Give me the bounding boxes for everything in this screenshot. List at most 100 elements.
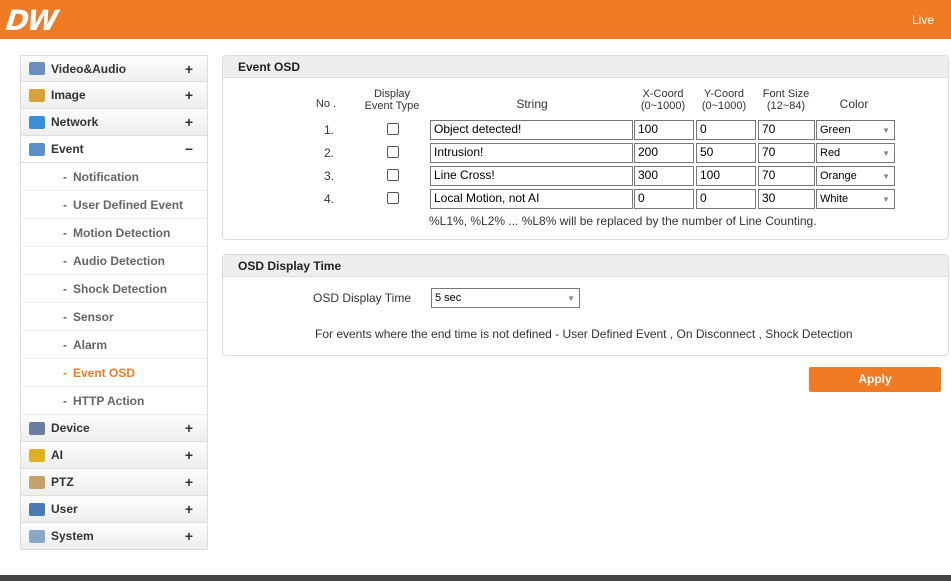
x-coord-input[interactable]: 200 [634,143,694,163]
y-coord-input[interactable]: 0 [696,120,756,140]
color-select[interactable]: Orange ▼ [816,166,895,186]
image-icon [29,88,45,102]
bullet: - [63,197,67,212]
sidebar-item-ai[interactable]: AI + [20,442,208,469]
color-select[interactable]: White ▼ [816,189,895,209]
sidebar-item-label: User [51,502,78,516]
display-event-type-checkbox[interactable] [387,123,399,135]
expand-icon: + [184,61,193,77]
sidebar-subitem-label: User Defined Event [73,197,184,212]
sidebar-subitem-label: Shock Detection [73,281,168,296]
osd-string-input[interactable]: Object detected! [430,120,633,140]
color-select[interactable]: Green ▼ [816,120,895,140]
sidebar-subitem-http-action[interactable]: - HTTP Action [20,387,208,415]
sidebar-subitem-audio-detection[interactable]: - Audio Detection [20,247,208,275]
font-size-input[interactable]: 70 [758,143,815,163]
y-coord-input[interactable]: 50 [696,143,756,163]
sidebar-subitem-notification[interactable]: - Notification [20,163,208,191]
col-header-y: Y-Coord (0~1000) [693,88,755,112]
font-size-input[interactable]: 70 [758,166,815,186]
bullet: - [63,281,67,296]
expand-icon: + [184,420,193,436]
live-link[interactable]: Live [912,13,934,27]
sidebar-subitem-alarm[interactable]: - Alarm [20,331,208,359]
row-number: 3. [323,169,334,183]
network-icon [29,115,45,129]
display-event-type-checkbox[interactable] [387,146,399,158]
x-coord-input[interactable]: 0 [634,189,694,209]
col-header-display-line1: Display [373,88,411,100]
sidebar-item-label: Event [51,142,84,156]
osd-display-time-label: OSD Display Time [313,291,412,305]
y-coord-input[interactable]: 100 [696,166,756,186]
sidebar-item-label: Device [51,421,90,435]
osd-string-input[interactable]: Line Cross! [430,166,633,186]
sidebar-subitem-label: Motion Detection [73,225,171,240]
row-number: 4. [323,192,334,206]
sidebar-subitem-motion-detection[interactable]: - Motion Detection [20,219,208,247]
col-header-font-line1: Font Size [762,88,810,100]
x-coord-input[interactable]: 300 [634,166,694,186]
osd-display-time-value: 5 sec [435,292,462,304]
display-event-type-checkbox[interactable] [387,192,399,204]
line-counting-note: %L1%, %L2% ... %L8% will be replaced by … [429,214,817,228]
col-header-color: Color [839,97,869,111]
font-size-input[interactable]: 70 [758,120,815,140]
top-bar: DW Live [0,0,951,39]
apply-button[interactable]: Apply [809,367,941,392]
dropdown-arrow-icon: ▼ [882,149,890,158]
sidebar-item-device[interactable]: Device + [20,415,208,442]
sidebar-subitem-user-defined-event[interactable]: - User Defined Event [20,191,208,219]
sidebar-item-system[interactable]: System + [20,523,208,550]
user-icon [29,502,45,516]
sidebar-item-event[interactable]: Event − [20,136,208,163]
panel-title: OSD Display Time [223,255,948,277]
col-header-x-line1: X-Coord [642,88,684,100]
color-select-value: Orange [820,170,857,182]
bullet: - [63,309,67,324]
sidebar-item-image[interactable]: Image + [20,82,208,109]
osd-string-input[interactable]: Intrusion! [430,143,633,163]
osd-string-input[interactable]: Local Motion, not AI [430,189,633,209]
sidebar-item-network[interactable]: Network + [20,109,208,136]
sidebar-subitem-event-osd[interactable]: - Event OSD [20,359,208,387]
y-coord-input[interactable]: 0 [696,189,756,209]
bullet: - [63,365,67,380]
sidebar-subitem-label: Notification [73,169,139,184]
bullet: - [63,253,67,268]
sidebar-subitem-sensor[interactable]: - Sensor [20,303,208,331]
sidebar-item-label: AI [51,448,63,462]
display-event-type-checkbox[interactable] [387,169,399,181]
row-number: 2. [323,146,334,160]
video-audio-icon [29,62,45,75]
expand-icon: + [184,528,193,544]
dropdown-arrow-icon: ▼ [882,126,890,135]
sidebar-subitem-label: Audio Detection [73,253,165,268]
sidebar-item-video-audio[interactable]: Video&Audio + [20,55,208,82]
ai-icon [29,448,45,462]
bullet: - [63,393,67,408]
sidebar-subitem-shock-detection[interactable]: - Shock Detection [20,275,208,303]
color-select[interactable]: Red ▼ [816,143,895,163]
font-size-input[interactable]: 30 [758,189,815,209]
sidebar-item-user[interactable]: User + [20,496,208,523]
osd-display-time-select[interactable]: 5 sec ▼ [431,288,580,308]
brand-logo[interactable]: DW [4,4,58,37]
bottom-bar [0,575,951,581]
x-coord-input[interactable]: 100 [634,120,694,140]
osd-display-time-panel: OSD Display Time OSD Display Time 5 sec ▼… [222,254,949,356]
display-time-note: For events where the end time is not def… [315,327,853,341]
col-header-display: Display Event Type [357,88,427,112]
col-header-font-size: Font Size (12~84) [755,88,817,112]
col-header-no: No . [315,98,337,110]
sidebar-subitem-label: Alarm [73,337,108,352]
sidebar-item-label: PTZ [51,475,74,489]
sidebar-menu: Video&Audio + Image + Network + Event − … [20,55,208,550]
sidebar-item-ptz[interactable]: PTZ + [20,469,208,496]
device-icon [29,421,45,435]
bullet: - [63,169,67,184]
expand-icon: + [184,474,193,490]
sidebar-subitem-label: Sensor [73,309,114,324]
row-number: 1. [323,123,334,137]
event-osd-panel: Event OSD No . Display Event Type String… [222,55,949,240]
